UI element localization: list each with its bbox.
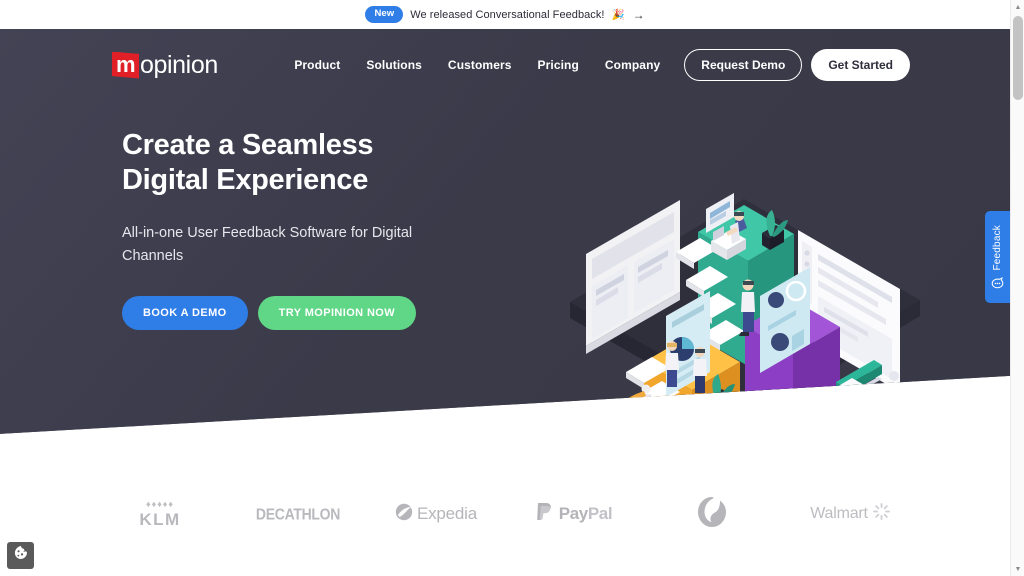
announcement-bar[interactable]: New We released Conversational Feedback!…	[0, 0, 1010, 29]
hero-illustration	[548, 104, 948, 434]
party-popper-icon: 🎉	[611, 9, 625, 21]
request-demo-button[interactable]: Request Demo	[684, 49, 803, 81]
klm-label: KLM	[139, 510, 181, 529]
customer-logos-strip: ♦♦♦♦♦ KLM DECATHLON Expedia PayPal Walma…	[0, 484, 1010, 544]
walmart-label: Walmart	[810, 505, 868, 522]
brand-logo-vodafone	[643, 491, 781, 537]
klm-crown-icon: ♦♦♦♦♦	[146, 499, 174, 509]
site-header: m opinion Product Solutions Customers Pr…	[0, 29, 1010, 101]
vertical-scrollbar[interactable]: ▲ ▼	[1010, 0, 1024, 576]
logo-wordmark: opinion	[140, 50, 218, 79]
hero-title-line-2: Digital Experience	[122, 164, 369, 196]
cookie-icon	[13, 545, 29, 566]
cookie-settings-button[interactable]	[7, 542, 34, 569]
scroll-up-arrow-icon[interactable]: ▲	[1011, 0, 1024, 14]
brand-logo-paypal: PayPal	[505, 491, 643, 537]
new-badge: New	[365, 6, 404, 23]
logo-mark-icon: m	[112, 51, 139, 79]
arrow-right-icon[interactable]: →	[633, 9, 645, 21]
nav-item-company[interactable]: Company	[592, 52, 673, 78]
main-navigation: Product Solutions Customers Pricing Comp…	[281, 49, 910, 81]
expedia-globe-icon	[395, 503, 413, 526]
paypal-label-bold: Pay	[558, 504, 588, 523]
decathlon-label: DECATHLON	[255, 504, 341, 524]
brand-logo-klm: ♦♦♦♦♦ KLM	[91, 491, 229, 537]
nav-item-product[interactable]: Product	[281, 52, 353, 78]
hero-subtitle: All-in-one User Feedback Software for Di…	[122, 225, 413, 265]
hero-copy: Create a Seamless Digital Experience All…	[122, 131, 522, 330]
feedback-tab-button[interactable]: Feedback	[985, 211, 1010, 303]
nav-item-pricing[interactable]: Pricing	[525, 52, 592, 78]
brand-logo-decathlon: DECATHLON	[229, 491, 367, 537]
browser-page: New We released Conversational Feedback!…	[0, 0, 1024, 576]
paypal-label: PayPal	[558, 504, 613, 524]
speech-bubble-icon	[991, 276, 1004, 289]
get-started-button[interactable]: Get Started	[811, 49, 910, 81]
logo-mark-letter: m	[115, 51, 136, 77]
scroll-down-arrow-icon[interactable]: ▼	[1011, 562, 1024, 576]
hero-cta-group: BOOK A DEMO TRY MOPINION NOW	[122, 295, 522, 330]
announcement-text: We released Conversational Feedback!	[410, 8, 605, 21]
brand-logo-expedia: Expedia	[367, 491, 505, 537]
page-viewport: New We released Conversational Feedback!…	[0, 0, 1010, 576]
paypal-label-light: Pal	[587, 504, 613, 523]
nav-item-solutions[interactable]: Solutions	[353, 52, 435, 78]
scrollbar-thumb[interactable]	[1013, 16, 1023, 100]
book-a-demo-button[interactable]: BOOK A DEMO	[122, 295, 248, 330]
paypal-p-icon	[536, 502, 553, 526]
brand-logo-walmart: Walmart	[781, 491, 919, 537]
nav-item-customers[interactable]: Customers	[435, 52, 525, 78]
walmart-spark-icon	[872, 503, 890, 525]
try-mopinion-now-button[interactable]: TRY MOPINION NOW	[257, 295, 417, 330]
expedia-label: Expedia	[416, 504, 478, 523]
mopinion-logo[interactable]: m opinion	[112, 48, 218, 82]
hero-title-line-1: Create a Seamless	[122, 129, 374, 161]
vodafone-speechmark-icon	[697, 496, 727, 533]
feedback-tab-label: Feedback	[992, 225, 1003, 271]
hero-title: Create a Seamless Digital Experience	[122, 131, 522, 195]
